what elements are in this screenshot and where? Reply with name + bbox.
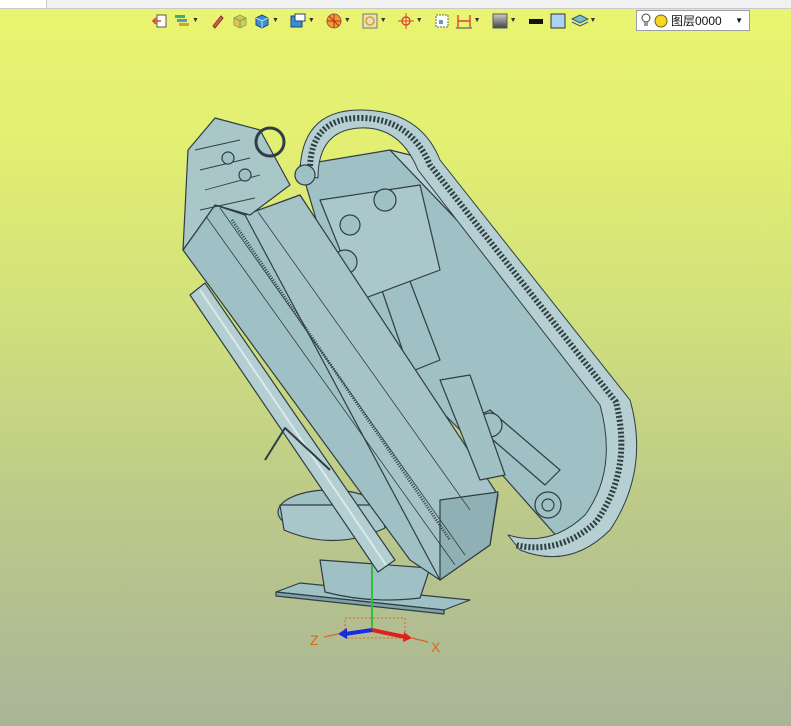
x-axis-label: X xyxy=(431,639,441,655)
z-axis-arrow xyxy=(338,628,347,639)
z-axis-line xyxy=(344,628,373,636)
cad-viewport-window: ▼ ▼ ▼ ▼ ▼ ▼ ▼ ▼ ▼ 图层0000 ▼ X Z xyxy=(0,0,791,726)
pivot-pin xyxy=(373,188,397,212)
crane-model[interactable] xyxy=(182,109,638,615)
3d-model-view[interactable]: X Z xyxy=(0,0,791,726)
pivot-pin xyxy=(339,214,361,236)
x-axis-arrow xyxy=(403,632,412,642)
x-axis-extension xyxy=(411,637,429,643)
pivot-pin xyxy=(221,151,235,165)
pivot-pin xyxy=(238,168,252,182)
pivot-pin-center xyxy=(541,498,555,512)
z-axis-extension xyxy=(323,633,339,638)
z-axis-label: Z xyxy=(310,632,319,648)
x-axis-line xyxy=(371,628,406,639)
pivot-pin xyxy=(294,164,316,186)
